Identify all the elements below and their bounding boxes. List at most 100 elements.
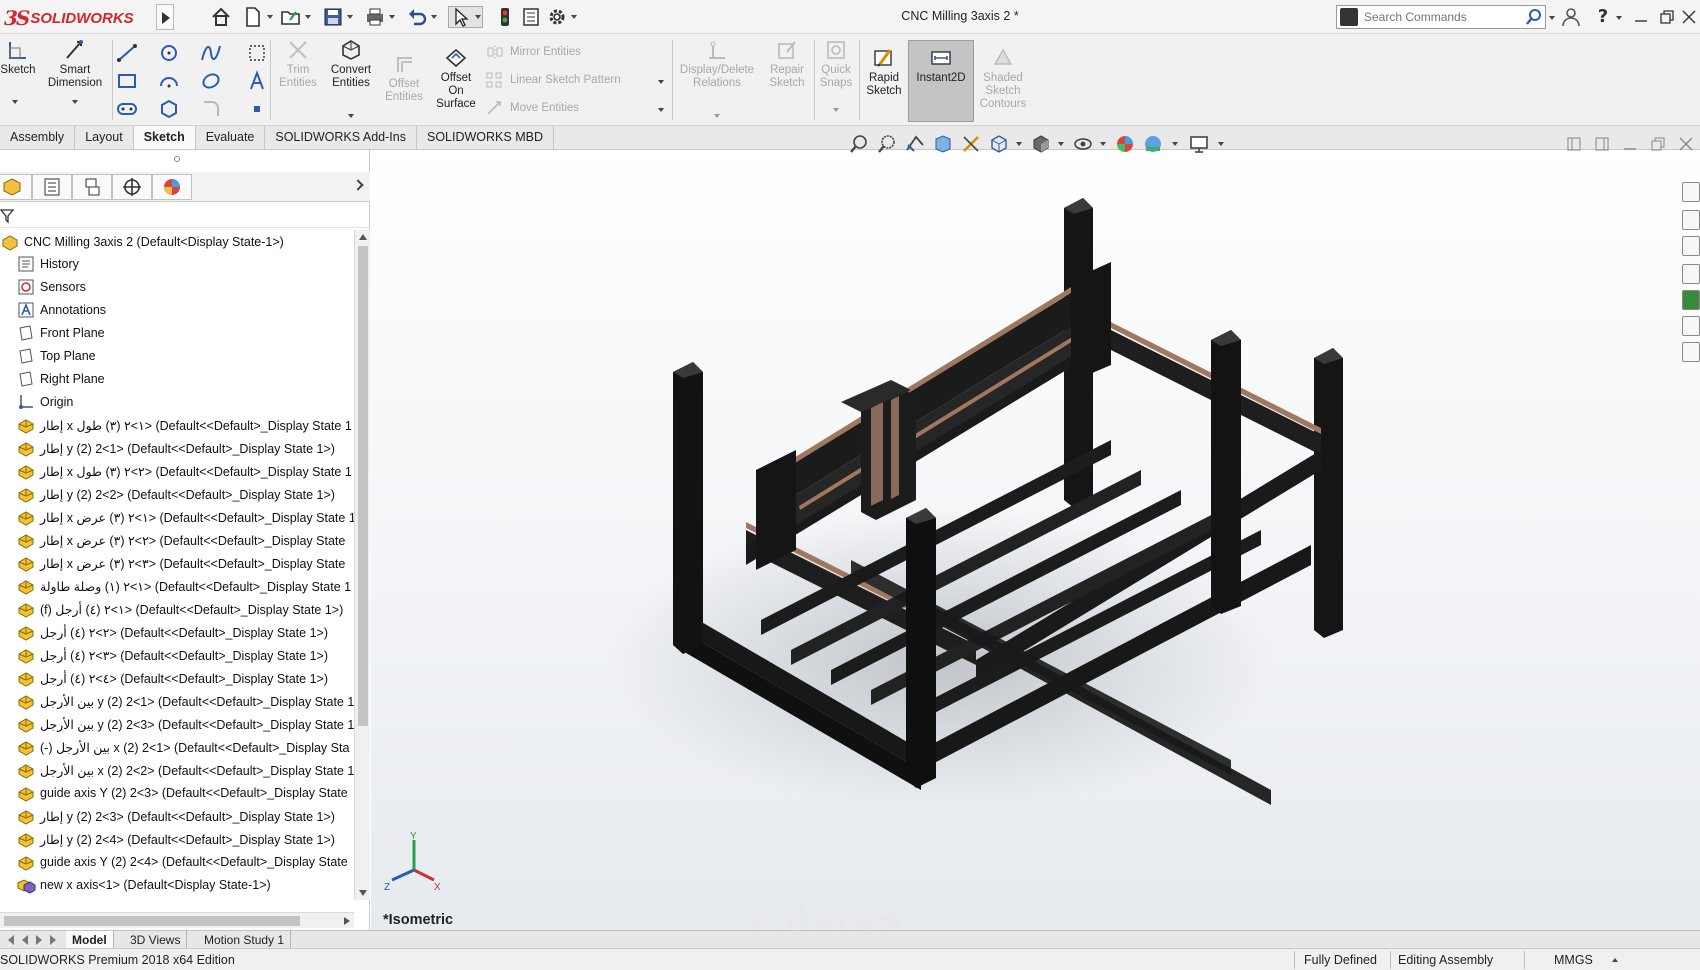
convert-dropdown-arrow[interactable] xyxy=(348,114,354,118)
spline-icon[interactable] xyxy=(200,42,222,64)
tree-item[interactable]: Front Plane xyxy=(16,322,105,344)
offset-entities-button[interactable]: Offset Entities xyxy=(378,52,430,104)
tree-item[interactable]: guide axis Y (2) 2<4> (Default<<Default>… xyxy=(16,851,348,873)
options-button[interactable] xyxy=(546,6,577,28)
undo-button[interactable] xyxy=(406,6,437,28)
hide-show-items-icon[interactable] xyxy=(1072,133,1094,155)
viewport-minimize-icon[interactable] xyxy=(1619,133,1641,155)
line-icon[interactable] xyxy=(116,42,138,64)
tree-root-assembly[interactable]: CNC Milling 3axis 2 (Default<Display Sta… xyxy=(0,231,284,253)
zoom-to-fit-icon[interactable] xyxy=(811,283,833,305)
dimxpert-tab[interactable] xyxy=(112,174,152,200)
tree-item[interactable]: بين الأرجل y (2) 2<3> (Default<<Default>… xyxy=(16,713,354,735)
rectangle-icon[interactable] xyxy=(116,70,138,92)
previous-view-icon[interactable] xyxy=(904,133,926,155)
print-button[interactable] xyxy=(364,6,395,28)
menu-expand-arrow[interactable] xyxy=(156,4,174,30)
view-orientation-dropdown[interactable] xyxy=(1016,142,1022,146)
tab-model[interactable]: Model xyxy=(66,931,114,949)
design-library-icon[interactable] xyxy=(1682,210,1700,230)
tree-item[interactable]: Right Plane xyxy=(16,368,105,390)
property-manager-tab[interactable] xyxy=(32,174,72,200)
rapid-sketch-button[interactable]: Rapid Sketch xyxy=(862,46,906,98)
display-style-icon[interactable] xyxy=(1030,133,1052,155)
convert-entities-button[interactable]: Convert Entities xyxy=(322,38,380,90)
appearances-icon[interactable] xyxy=(1682,290,1700,310)
tree-item[interactable]: إطار y (2) 2<1> (Default<<Default>_Displ… xyxy=(16,437,335,459)
point-icon[interactable] xyxy=(246,98,268,120)
tree-item[interactable]: إطار x ٣>٢ (٣) عرض> (Default<<Default>_D… xyxy=(16,552,345,574)
dimension-dropdown-arrow[interactable] xyxy=(72,100,78,104)
tree-item[interactable]: إطار x ١>٢ (٣) طول> (Default<<Default>_D… xyxy=(16,414,352,436)
search-icon[interactable] xyxy=(1523,6,1545,28)
text-icon[interactable] xyxy=(246,70,268,92)
scene-dropdown[interactable] xyxy=(1172,142,1178,146)
section-view-icon[interactable] xyxy=(932,133,954,155)
relations-dropdown-arrow[interactable] xyxy=(714,114,720,118)
zoom-to-area-icon[interactable] xyxy=(876,133,898,155)
units-selector[interactable]: MMGS xyxy=(1554,953,1593,967)
forum-icon[interactable] xyxy=(1682,342,1700,362)
fillet-icon[interactable] xyxy=(200,98,222,120)
tree-item[interactable]: إطار y (2) 2<3> (Default<<Default>_Displ… xyxy=(16,805,335,827)
tree-item[interactable]: Sensors xyxy=(16,276,86,298)
polygon-icon[interactable] xyxy=(158,98,180,120)
tree-item[interactable]: إطار x ٢>٢ (٣) عرض> (Default<<Default>_D… xyxy=(16,529,345,551)
viewport-close-icon[interactable] xyxy=(1675,133,1697,155)
tree-item[interactable]: إطار y (2) 2<2> (Default<<Default>_Displ… xyxy=(16,483,335,505)
view-settings-dropdown[interactable] xyxy=(1218,142,1224,146)
close-icon[interactable] xyxy=(1678,6,1700,28)
arc-icon[interactable] xyxy=(158,70,180,92)
sketch-dropdown-arrow[interactable] xyxy=(12,100,18,104)
tab-layout[interactable]: Layout xyxy=(75,126,134,149)
viewport-tile-left-icon[interactable] xyxy=(1563,133,1585,155)
open-button[interactable] xyxy=(280,6,311,28)
cnc-machine-model[interactable] xyxy=(371,150,1700,930)
circle-icon[interactable] xyxy=(158,42,180,64)
tab-motion-study[interactable]: Motion Study 1 xyxy=(198,931,292,949)
repair-sketch-button[interactable]: Repair Sketch xyxy=(762,38,812,90)
tree-item[interactable]: بين الأرجل x (2) 2<2> (Default<<Default>… xyxy=(16,759,354,781)
sketch-button[interactable]: Sketch xyxy=(0,38,36,77)
view-orientation-icon[interactable] xyxy=(988,133,1010,155)
display-manager-tab[interactable] xyxy=(152,174,192,200)
restore-icon[interactable] xyxy=(1656,6,1678,28)
pattern-dropdown-arrow[interactable] xyxy=(658,80,664,84)
move-entities-button[interactable]: Move Entities xyxy=(486,100,579,116)
search-input[interactable] xyxy=(1358,10,1523,24)
tree-item[interactable]: ١>٢ (١) وصلة طاولة> (Default<<Default>_D… xyxy=(16,575,351,597)
next-tab-arrow[interactable] xyxy=(36,935,42,945)
tab-mbd[interactable]: SOLIDWORKS MBD xyxy=(416,126,554,149)
viewport-restore-icon[interactable] xyxy=(1647,133,1669,155)
tree-item[interactable]: (-) بين الأرجل x (2) 2<1> (Default<<Defa… xyxy=(16,736,349,758)
snaps-dropdown-arrow[interactable] xyxy=(833,108,839,112)
tree-item[interactable]: (f) ١>٢ (٤) أرجل> (Default<<Default>_Dis… xyxy=(16,598,343,620)
tree-item[interactable]: Annotations xyxy=(16,299,106,321)
construction-icon[interactable] xyxy=(246,42,268,64)
smart-dimension-button[interactable]: Smart Dimension xyxy=(40,38,110,90)
tree-item[interactable]: guide axis Y (2) 2<3> (Default<<Default>… xyxy=(16,782,348,804)
new-document-button[interactable] xyxy=(242,6,273,28)
last-tab-arrow[interactable] xyxy=(50,935,56,945)
move-dropdown-arrow[interactable] xyxy=(658,108,664,112)
file-properties-button[interactable] xyxy=(520,6,542,28)
panel-grip[interactable] xyxy=(174,156,180,162)
file-explorer-icon[interactable] xyxy=(1682,236,1700,256)
tree-item[interactable]: إطار x ٢>٢ (٣) طول> (Default<<Default>_D… xyxy=(16,460,352,482)
slot-icon[interactable] xyxy=(116,98,138,120)
solidworks-logo[interactable]: 3S SOLIDWORKS xyxy=(4,6,134,30)
linear-sketch-pattern-button[interactable]: Linear Sketch Pattern xyxy=(486,72,621,88)
mirror-entities-button[interactable]: Mirror Entities xyxy=(486,44,581,60)
configuration-manager-tab[interactable] xyxy=(72,174,112,200)
view-palette-icon[interactable] xyxy=(1682,264,1700,284)
minimize-icon[interactable] xyxy=(1630,6,1652,28)
solidworks-resources-icon[interactable] xyxy=(1682,182,1700,202)
feature-manager-tab[interactable] xyxy=(0,174,32,200)
tree-item[interactable]: بين الأرجل y (2) 2<1> (Default<<Default>… xyxy=(16,690,354,712)
tab-3d-views[interactable]: 3D Views xyxy=(124,931,188,949)
user-icon[interactable] xyxy=(1560,6,1582,28)
search-commands-box[interactable] xyxy=(1336,5,1546,29)
prev-tab-arrow[interactable] xyxy=(22,935,28,945)
search-dropdown-arrow[interactable] xyxy=(1549,16,1555,20)
tree-item[interactable]: ٤>٢ (٤) أرجل> (Default<<Default>_Display… xyxy=(16,667,328,689)
